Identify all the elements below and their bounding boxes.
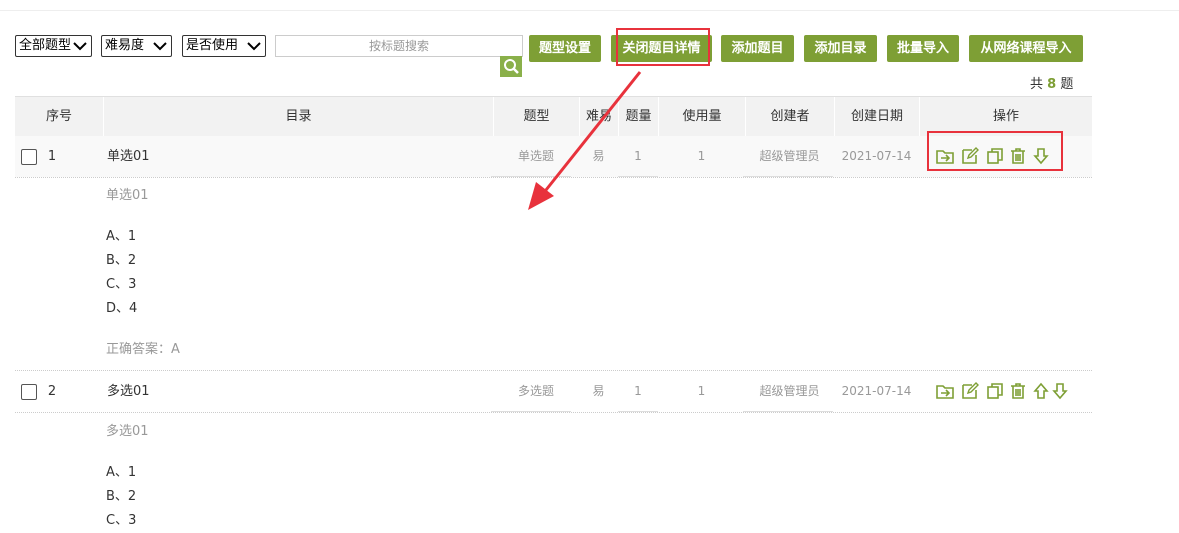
- row-index: 1: [47, 149, 57, 164]
- row-creator: 超级管理员: [759, 149, 820, 163]
- annotation-arrow-icon: [528, 71, 642, 210]
- row-title[interactable]: 多选01: [107, 371, 307, 412]
- option-b: B、2: [106, 489, 137, 504]
- difficulty-filter-value: 难易度: [105, 38, 145, 53]
- total-suffix: 题: [1060, 77, 1074, 92]
- move-to-folder-icon[interactable]: [935, 381, 955, 401]
- header-catalog: 目录: [103, 97, 493, 136]
- type-settings-button[interactable]: 题型设置: [529, 35, 601, 62]
- row-amount: 1: [634, 384, 642, 398]
- row-title[interactable]: 单选01: [107, 136, 307, 177]
- row-separator: [15, 412, 1092, 413]
- import-online-course-button[interactable]: 从网络课程导入: [969, 35, 1083, 62]
- row-date: 2021-07-14: [841, 149, 912, 163]
- total-number: 8: [1047, 77, 1057, 92]
- option-d: D、4: [106, 301, 138, 316]
- row-checkbox[interactable]: [21, 149, 37, 165]
- annotation-box-actions: [927, 131, 1063, 171]
- header-date: 创建日期: [834, 97, 919, 136]
- search-icon: [504, 59, 519, 74]
- option-b: B、2: [106, 253, 137, 268]
- add-catalog-button[interactable]: 添加目录: [804, 35, 877, 62]
- total-count: 共 8 题: [1030, 73, 1073, 92]
- search-button[interactable]: [500, 56, 522, 77]
- top-divider: [0, 10, 1179, 11]
- difficulty-filter-select[interactable]: 难易度: [101, 35, 172, 57]
- correct-answer: 正确答案：A: [106, 342, 180, 357]
- question-stem: 多选01: [106, 424, 149, 439]
- search-input[interactable]: 按标题搜索: [275, 35, 523, 57]
- usage-filter-value: 是否使用: [186, 38, 239, 53]
- option-c: C、3: [106, 513, 137, 528]
- edit-icon[interactable]: [960, 381, 980, 401]
- row-index: 2: [47, 384, 57, 399]
- row-type: 多选题: [517, 384, 554, 398]
- chevron-down-icon: [247, 42, 261, 51]
- question-detail: 单选01 A、1 B、2 C、3 D、4 正确答案：A: [106, 184, 180, 362]
- type-filter-value: 全部题型: [19, 38, 72, 53]
- chevron-down-icon: [73, 42, 87, 51]
- row-date: 2021-07-14: [841, 384, 912, 398]
- copy-icon[interactable]: [985, 381, 1005, 401]
- row-difficulty: 易: [592, 384, 605, 398]
- chevron-down-icon: [153, 42, 167, 51]
- bulk-import-button[interactable]: 批量导入: [887, 35, 959, 62]
- option-a: A、1: [106, 229, 137, 244]
- header-index: 序号: [45, 109, 72, 124]
- delete-icon[interactable]: [1008, 381, 1028, 401]
- move-down-icon[interactable]: [1050, 381, 1070, 401]
- option-c: C、3: [106, 277, 137, 292]
- row-checkbox[interactable]: [21, 384, 37, 400]
- row-usage: 1: [697, 149, 706, 163]
- row-creator: 超级管理员: [759, 384, 820, 398]
- total-prefix: 共: [1030, 77, 1044, 92]
- search-placeholder: 按标题搜索: [368, 39, 429, 53]
- header-creator: 创建者: [745, 97, 834, 136]
- type-filter-select[interactable]: 全部题型: [15, 35, 92, 57]
- question-detail: 多选01 A、1 B、2 C、3: [106, 420, 149, 533]
- header-usage: 使用量: [658, 97, 745, 136]
- row-usage: 1: [697, 384, 706, 398]
- table-row[interactable]: 2 多选01 多选题 易 1 1 超级管理员 2021-07-14: [15, 371, 1092, 412]
- usage-filter-select[interactable]: 是否使用: [182, 35, 266, 57]
- add-question-button[interactable]: 添加题目: [721, 35, 794, 62]
- question-stem: 单选01: [106, 188, 149, 203]
- option-a: A、1: [106, 465, 137, 480]
- move-up-icon[interactable]: [1031, 381, 1051, 401]
